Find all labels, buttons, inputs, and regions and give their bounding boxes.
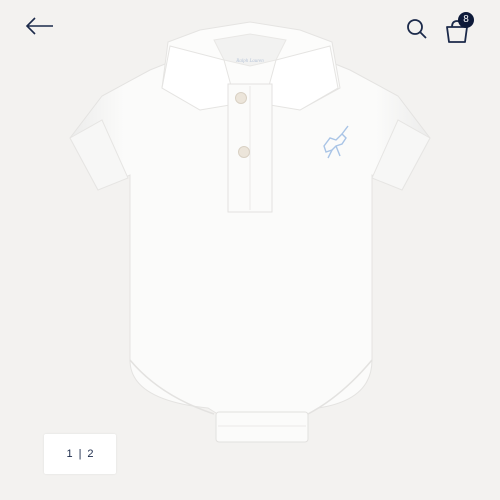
bag-count-badge: 8 (458, 12, 474, 28)
pager-page-1[interactable]: 1 (61, 448, 77, 460)
image-pager: 1 | 2 (44, 434, 116, 474)
pager-page-2[interactable]: 2 (82, 448, 98, 460)
search-icon (407, 19, 427, 39)
back-button[interactable] (22, 12, 58, 40)
top-bar: 8 (0, 0, 500, 56)
arrow-left-icon (25, 17, 53, 35)
product-image: Ralph Lauren (69, 21, 431, 443)
placket-button (235, 92, 247, 104)
search-button[interactable] (404, 16, 430, 42)
product-gallery-page: Ralph Lauren 8 1 | 2 (0, 0, 500, 500)
shopping-bag-button[interactable]: 8 (442, 12, 476, 44)
snap-tab (215, 411, 309, 443)
collar-label-text: Ralph Lauren (235, 59, 264, 64)
placket-button (238, 146, 250, 158)
